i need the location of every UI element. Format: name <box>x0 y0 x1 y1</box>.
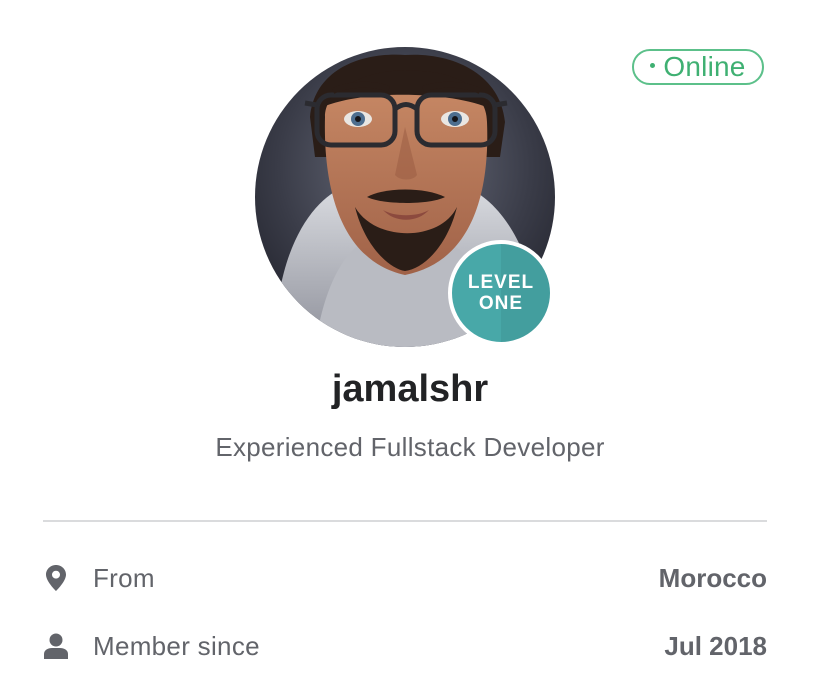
username[interactable]: jamalshr <box>0 368 820 411</box>
level-badge-line1: LEVEL <box>467 272 535 293</box>
member-since-value: Jul 2018 <box>664 630 767 661</box>
member-since-label: Member since <box>93 630 260 661</box>
user-icon <box>43 630 69 662</box>
from-value: Morocco <box>658 562 767 593</box>
location-pin-icon <box>43 562 69 594</box>
from-label: From <box>93 562 155 593</box>
status-label: Online <box>663 51 746 82</box>
avatar-container[interactable]: LEVEL ONE <box>255 47 555 347</box>
status-dot-icon <box>650 62 656 68</box>
seller-card: Online LEVEL ONE jamalshr Experienced Fu… <box>0 0 820 686</box>
info-row-from: From Morocco <box>43 558 767 598</box>
divider <box>43 520 767 522</box>
seller-level-badge: LEVEL ONE <box>448 240 554 346</box>
info-row-member-since: Member since Jul 2018 <box>43 626 767 666</box>
profile-tagline: Experienced Fullstack Developer <box>215 432 605 462</box>
online-status-badge: Online <box>632 49 764 85</box>
level-badge-line2: ONE <box>478 293 524 314</box>
